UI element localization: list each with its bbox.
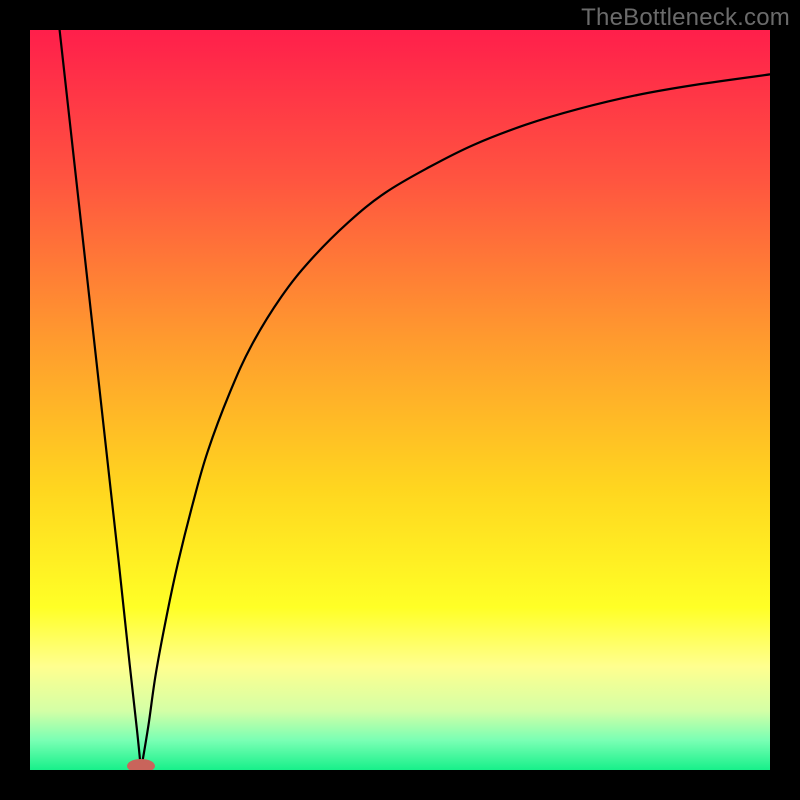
chart-frame: TheBottleneck.com: [0, 0, 800, 800]
chart-svg: [30, 30, 770, 770]
plot-area: [30, 30, 770, 770]
watermark-text: TheBottleneck.com: [581, 4, 790, 32]
gradient-background: [30, 30, 770, 770]
